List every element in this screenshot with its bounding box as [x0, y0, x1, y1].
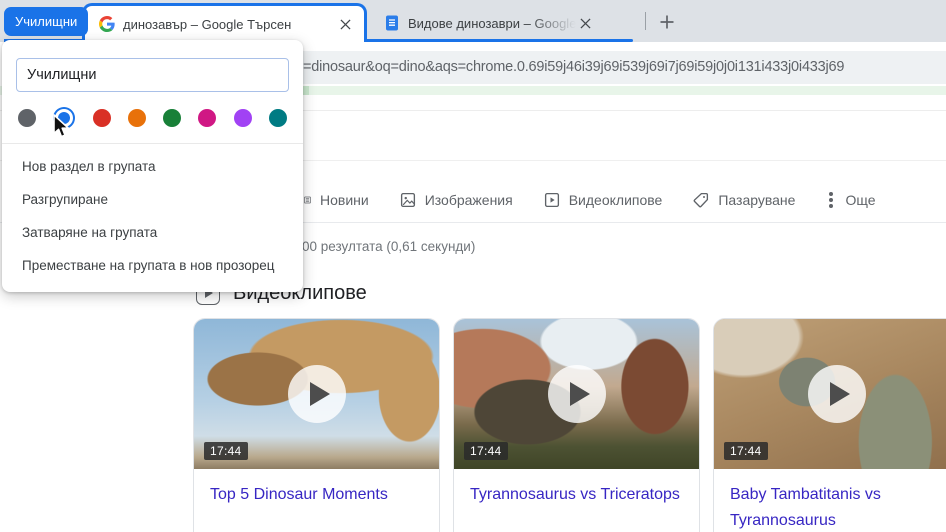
color-swatch-grey[interactable]	[18, 109, 36, 127]
nav-item-images[interactable]: Изображения	[399, 191, 513, 209]
play-button-icon[interactable]	[547, 365, 606, 423]
tab-strip: Училищни динозавър – Google Търсен Видов…	[0, 0, 946, 42]
nav-item-news[interactable]: Новини	[303, 191, 369, 209]
more-icon	[829, 198, 834, 202]
images-icon	[399, 191, 417, 209]
tab-dinosaur-docs[interactable]: Видове динозаври – Google До	[370, 8, 638, 38]
video-title-link[interactable]: Top 5 Dinosaur Moments	[194, 469, 439, 508]
videos-icon	[543, 191, 561, 209]
duration-badge: 17:44	[204, 442, 248, 460]
tab-close-icon[interactable]	[576, 14, 594, 32]
video-thumbnail[interactable]: 17:44	[714, 319, 946, 469]
nav-label: Изображения	[424, 192, 513, 208]
menu-item-move-group-new-window[interactable]: Преместване на групата в нов прозорец	[2, 249, 303, 282]
menu-item-new-tab-in-group[interactable]: Нов раздел в групата	[2, 150, 303, 183]
nav-item-shopping[interactable]: Пазаруване	[692, 191, 795, 209]
nav-item-videos[interactable]: Видеоклипове	[543, 191, 663, 209]
group-menu: Нов раздел в групата Разгрупиране Затвар…	[2, 144, 303, 284]
google-docs-icon	[386, 15, 398, 31]
video-card-trex-vs-triceratops[interactable]: 17:44 Tyrannosaurus vs Triceratops	[453, 318, 700, 532]
group-name-input[interactable]	[16, 58, 289, 92]
color-swatch-orange[interactable]	[127, 109, 146, 127]
video-thumbnail[interactable]: 17:44	[194, 319, 439, 469]
nav-item-more[interactable]: Още	[825, 192, 875, 208]
video-title-link[interactable]: Tyrannosaurus vs Triceratops	[454, 469, 699, 508]
new-tab-button[interactable]	[653, 8, 681, 36]
menu-item-close-group[interactable]: Затваряне на групата	[2, 216, 303, 249]
tab-group-chip[interactable]: Училищни	[4, 7, 89, 36]
news-icon	[303, 191, 312, 209]
tab-title: динозавър – Google Търсен	[123, 16, 292, 32]
menu-item-ungroup[interactable]: Разгрупиране	[2, 183, 303, 216]
shopping-tag-icon	[692, 191, 710, 209]
result-stats: 00 резултата (0,61 секунди)	[302, 239, 476, 254]
play-button-icon[interactable]	[287, 365, 346, 423]
nav-label: Още	[845, 192, 876, 208]
tab-close-icon[interactable]	[336, 15, 354, 33]
play-button-icon[interactable]	[807, 365, 866, 423]
video-cards-row: 17:44 Top 5 Dinosaur Moments 17:44 Tyran…	[193, 318, 946, 532]
video-card-top5[interactable]: 17:44 Top 5 Dinosaur Moments	[193, 318, 440, 532]
browser-window: Училищни динозавър – Google Търсен Видов…	[0, 0, 946, 532]
color-swatch-red[interactable]	[92, 109, 111, 127]
tab-dinosaur-search[interactable]: динозавър – Google Търсен	[82, 3, 367, 42]
color-swatch-pink[interactable]	[198, 109, 217, 127]
google-favicon-icon	[99, 16, 115, 32]
tab-group-popup: Нов раздел в групата Разгрупиране Затвар…	[2, 40, 303, 292]
nav-label: Новини	[320, 192, 369, 208]
color-swatch-purple[interactable]	[233, 109, 252, 127]
duration-badge: 17:44	[724, 442, 768, 460]
duration-badge: 17:44	[464, 442, 508, 460]
tab-title: Видове динозаври – Google До	[408, 15, 576, 31]
tab-separator	[645, 12, 646, 30]
search-nav: Новини Изображения Видеоклипове Пазарува…	[303, 184, 875, 216]
mouse-cursor	[50, 114, 72, 145]
nav-label: Пазаруване	[718, 192, 796, 208]
nav-label: Видеоклипове	[568, 192, 663, 208]
video-title-link[interactable]: Baby Tambatitanis vs Tyrannosaurus	[714, 469, 946, 532]
video-card-baby-tambatitanis[interactable]: 17:44 Baby Tambatitanis vs Tyrannosaurus	[713, 318, 946, 532]
video-thumbnail[interactable]: 17:44	[454, 319, 699, 469]
plus-icon	[660, 15, 674, 29]
color-swatch-cyan[interactable]	[268, 109, 287, 127]
color-swatch-green[interactable]	[163, 109, 182, 127]
